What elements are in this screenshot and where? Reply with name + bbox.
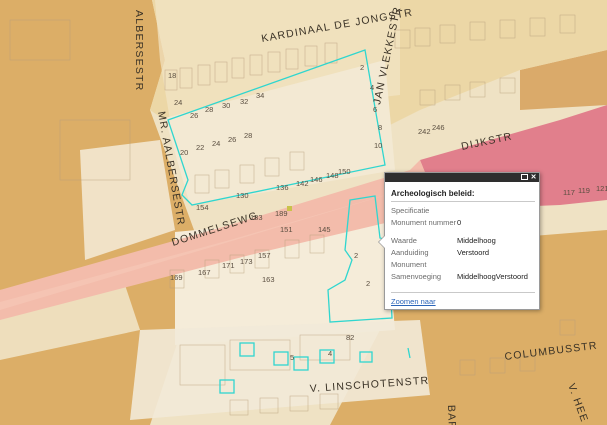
house-number-label: 2 xyxy=(366,279,370,288)
house-number-label: 151 xyxy=(280,225,293,234)
house-number-label: 183 xyxy=(250,213,263,222)
house-number-label: 163 xyxy=(262,275,275,284)
popup-row-key: Monument nummer xyxy=(391,218,457,227)
house-number-label: 26 xyxy=(228,135,236,144)
house-number-label: 2 xyxy=(360,63,364,72)
zoom-to-link[interactable]: Zoomen naar xyxy=(391,297,436,306)
house-number-label: 24 xyxy=(212,139,220,148)
house-number-label: 32 xyxy=(240,97,248,106)
popup-row: Samenvoeging MiddelhoogVerstoord xyxy=(391,272,535,284)
popup-row-value: 0 xyxy=(457,218,462,227)
house-number-label: 119 xyxy=(578,186,590,195)
popup-row-key: Aanduiding xyxy=(391,248,429,257)
house-number-label: 242 xyxy=(418,127,431,136)
house-number-label: 169 xyxy=(170,273,183,282)
location-marker[interactable] xyxy=(287,206,292,211)
house-number-label: 10 xyxy=(374,141,382,150)
house-number-label: 30 xyxy=(222,101,230,110)
house-number-label: 148 xyxy=(326,171,339,180)
house-number-label: 34 xyxy=(256,91,264,100)
popup-row-value: Middelhoog xyxy=(457,236,496,245)
street-label-bar: BAR xyxy=(445,405,458,425)
house-number-label: 24 xyxy=(174,98,182,107)
archeology-popup: ✕ Archeologisch beleid: Specificatie Mon… xyxy=(378,172,540,310)
popup-row: Specificatie xyxy=(391,206,535,218)
house-number-label: 5 xyxy=(290,353,294,362)
house-number-label: 145 xyxy=(318,225,331,234)
map-canvas[interactable]: KARDINAAL DE JONGSTR ALBERSESTR MR. AALB… xyxy=(0,0,607,425)
house-number-label: 189 xyxy=(275,209,288,218)
house-number-label: 26 xyxy=(190,111,198,120)
popup-header: ✕ xyxy=(385,173,539,182)
house-number-label: 28 xyxy=(244,131,252,140)
house-number-label: 171 xyxy=(222,261,235,270)
popup-row: Monument xyxy=(391,260,535,272)
house-number-label: 22 xyxy=(196,143,204,152)
house-number-label: 146 xyxy=(310,175,323,184)
popup-title: Archeologisch beleid: xyxy=(391,189,475,198)
house-number-label: 157 xyxy=(258,251,271,260)
popup-attribute-list: Specificatie Monument nummer 0 Waarde Mi… xyxy=(391,206,535,284)
close-icon[interactable]: ✕ xyxy=(530,174,537,181)
popup-row: Monument nummer 0 xyxy=(391,218,535,236)
maximize-icon[interactable] xyxy=(521,174,528,180)
popup-row-key: Waarde xyxy=(391,236,417,245)
house-number-label: 20 xyxy=(180,148,188,157)
house-number-label: 2 xyxy=(354,251,358,260)
popup-divider xyxy=(391,292,535,293)
house-number-label: 6 xyxy=(373,105,377,114)
house-number-label: 173 xyxy=(240,257,253,266)
popup-row: Waarde Middelhoog xyxy=(391,236,535,248)
house-number-label: 8 xyxy=(378,123,382,132)
popup-row-value: MiddelhoogVerstoord xyxy=(457,272,528,281)
house-number-label: 4 xyxy=(328,349,332,358)
house-number-label: 246 xyxy=(432,123,445,132)
house-number-label: 28 xyxy=(205,105,213,114)
house-number-label: 18 xyxy=(168,71,176,80)
popup-row-value: Verstoord xyxy=(457,248,490,257)
house-number-label: 167 xyxy=(198,268,211,277)
house-number-label: 150 xyxy=(338,167,351,176)
street-label-albersestr: ALBERSESTR xyxy=(133,10,145,91)
popup-row-value xyxy=(457,260,535,272)
popup-row-key: Samenvoeging xyxy=(391,272,442,281)
house-number-label: 117 xyxy=(563,188,575,197)
popup-row-key: Specificatie xyxy=(391,206,430,215)
house-number-label: 136 xyxy=(276,183,289,192)
house-number-label: 142 xyxy=(296,179,309,188)
popup-row-key: Monument xyxy=(391,260,427,269)
house-number-label: 4 xyxy=(370,83,374,92)
popup-divider xyxy=(391,201,535,202)
house-number-label: 82 xyxy=(346,333,354,342)
popup-row-value xyxy=(457,206,535,218)
house-number-label: 130 xyxy=(236,191,249,200)
house-number-label: 121 xyxy=(596,184,607,193)
popup-row: Aanduiding Verstoord xyxy=(391,248,535,260)
house-number-label: 154 xyxy=(196,203,209,212)
